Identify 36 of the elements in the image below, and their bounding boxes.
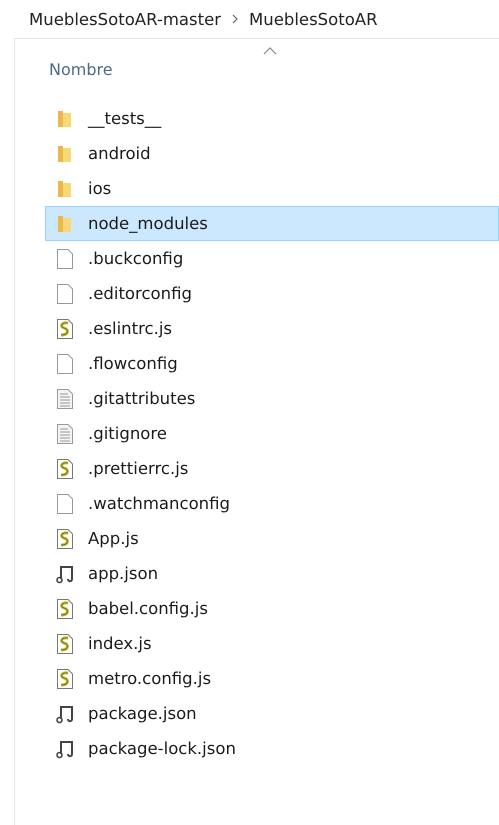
file-icon	[55, 352, 75, 374]
script-file-icon	[55, 458, 75, 480]
file-row[interactable]: .buckconfig	[45, 241, 499, 276]
breadcrumb-item[interactable]: MueblesSotoAR-master	[29, 10, 222, 28]
file-row[interactable]: package-lock.json	[45, 731, 499, 766]
script-file-icon	[55, 318, 75, 340]
file-row[interactable]: index.js	[45, 626, 499, 661]
file-row[interactable]: .flowconfig	[45, 346, 499, 381]
file-row[interactable]: android	[45, 136, 499, 171]
file-row[interactable]: package.json	[45, 696, 499, 731]
file-row[interactable]: ios	[45, 171, 499, 206]
column-header[interactable]: Nombre	[49, 60, 113, 79]
file-icon	[55, 492, 75, 514]
file-row[interactable]: metro.config.js	[45, 661, 499, 696]
text-file-icon	[55, 388, 75, 410]
file-row[interactable]: .editorconfig	[45, 276, 499, 311]
file-row[interactable]: .watchmanconfig	[45, 486, 499, 521]
file-row[interactable]: .gitattributes	[45, 381, 499, 416]
script-file-icon	[55, 632, 75, 654]
file-row[interactable]: node_modules	[45, 206, 499, 241]
text-file-icon	[55, 422, 75, 444]
file-row[interactable]: babel.config.js	[45, 591, 499, 626]
file-icon	[55, 248, 75, 270]
file-row[interactable]: App.js	[45, 521, 499, 556]
file-row[interactable]: .eslintrc.js	[45, 311, 499, 346]
breadcrumb-item[interactable]: MueblesSotoAR	[249, 10, 378, 28]
file-row[interactable]: .prettierrc.js	[45, 451, 499, 486]
file-row[interactable]: app.json	[45, 556, 499, 591]
script-file-icon	[55, 668, 75, 690]
sort-caret-icon[interactable]	[263, 47, 277, 55]
script-file-icon	[55, 598, 75, 620]
file-icon	[55, 282, 75, 304]
file-row[interactable]: __tests__	[45, 101, 499, 136]
script-file-icon	[55, 528, 75, 550]
file-row[interactable]: .gitignore	[45, 416, 499, 451]
chevron-right-icon	[231, 14, 240, 24]
